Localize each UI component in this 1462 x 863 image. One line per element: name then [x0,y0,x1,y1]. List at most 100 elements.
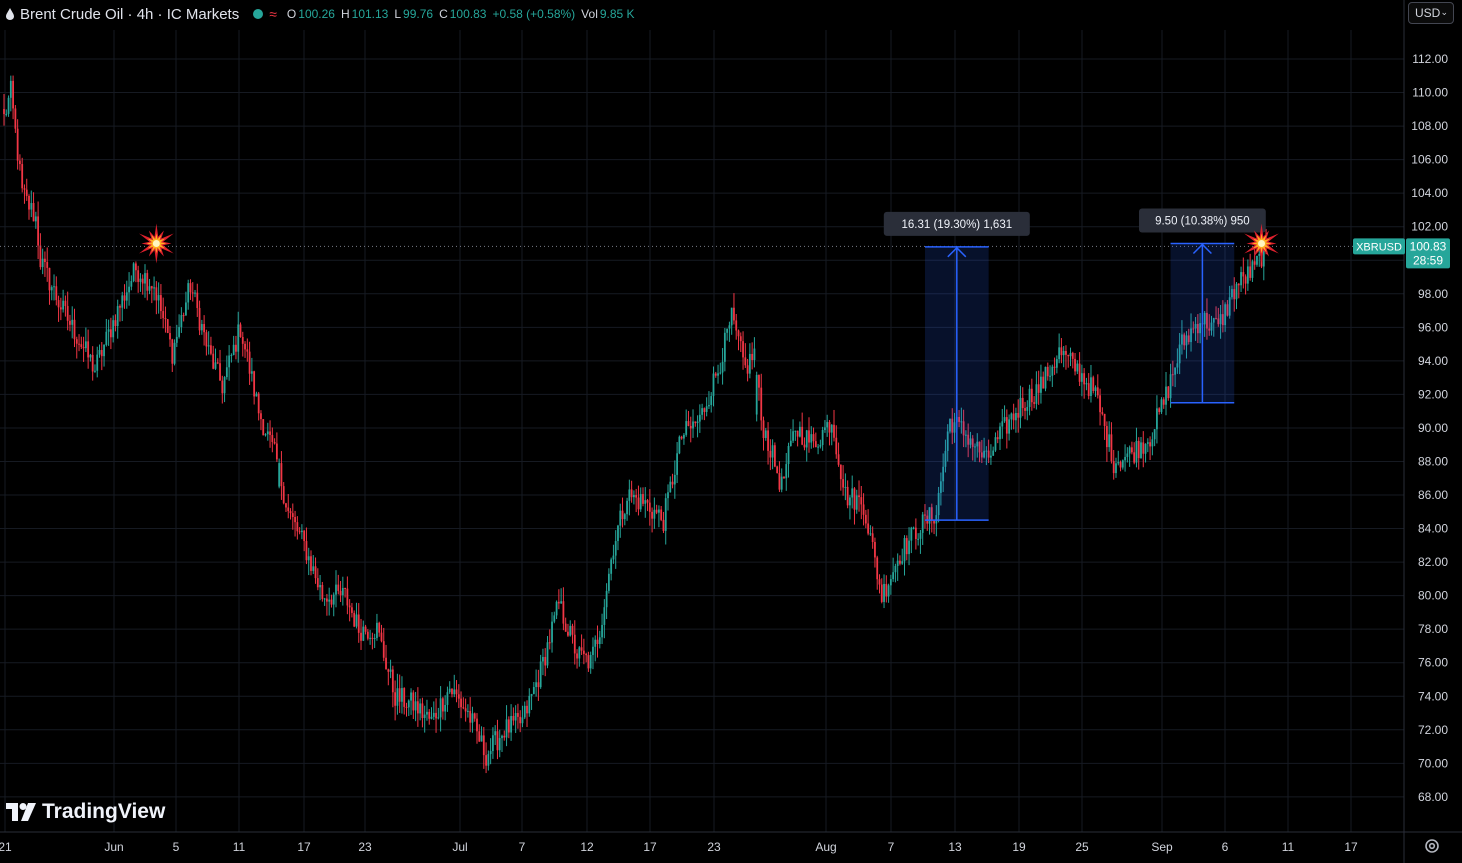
candle-body[interactable] [230,354,233,356]
candle-body[interactable] [371,637,374,639]
candle-body[interactable] [339,590,342,596]
candle-body[interactable] [598,637,601,645]
candle-body[interactable] [512,715,515,721]
candle-body[interactable] [912,527,915,529]
candle-body[interactable] [642,494,644,504]
candle-body[interactable] [96,354,99,371]
candle-body[interactable] [141,278,144,284]
candle-body[interactable] [908,540,910,555]
candle-body[interactable] [21,164,24,189]
candle-body[interactable] [55,286,58,301]
candle-body[interactable] [171,339,174,364]
candle-body[interactable] [319,585,321,588]
candle-body[interactable] [394,692,397,706]
candle-body[interactable] [1019,397,1022,418]
candle-body[interactable] [753,348,756,361]
candle-body[interactable] [66,306,69,321]
candle-body[interactable] [1119,462,1122,468]
candle-body[interactable] [1046,366,1049,377]
candle-body[interactable] [1144,443,1147,454]
candle-body[interactable] [396,688,399,706]
candle-body[interactable] [1135,440,1138,463]
candle-body[interactable] [496,731,499,751]
candle-body[interactable] [130,281,133,287]
candle-body[interactable] [378,622,381,633]
candle-body[interactable] [810,434,813,443]
candle-body[interactable] [785,464,788,479]
candle-body[interactable] [89,354,92,358]
candle-body[interactable] [3,109,5,115]
candle-body[interactable] [119,306,121,308]
candle-body[interactable] [30,203,33,210]
candle-body[interactable] [1051,366,1054,376]
candle-body[interactable] [421,703,424,719]
candle-body[interactable] [441,698,444,712]
candle-body[interactable] [769,450,772,458]
candle-body[interactable] [1058,347,1061,360]
candle-body[interactable] [678,436,681,454]
candle-body[interactable] [685,421,688,435]
candle-body[interactable] [432,712,435,717]
candle-body[interactable] [721,361,724,373]
candle-body[interactable] [412,692,415,711]
candle-body[interactable] [1087,383,1090,396]
candle-body[interactable] [1256,255,1258,265]
candle-body[interactable] [662,519,665,531]
candle-body[interactable] [107,329,110,332]
candle-body[interactable] [466,710,469,712]
candle-body[interactable] [1080,373,1083,382]
candle-body[interactable] [382,641,385,658]
candle-body[interactable] [676,453,679,475]
candle-body[interactable] [492,735,494,752]
candle-body[interactable] [487,754,490,766]
candle-body[interactable] [817,446,819,448]
candle-body[interactable] [300,530,303,533]
candle-body[interactable] [166,319,169,334]
candle-body[interactable] [482,735,485,756]
candle-body[interactable] [635,494,638,498]
candle-body[interactable] [239,324,242,338]
candle-body[interactable] [1074,358,1076,372]
candle-body[interactable] [876,557,879,580]
candle-body[interactable] [712,373,715,397]
candle-body[interactable] [708,404,710,407]
market-status-icon[interactable] [253,9,264,19]
candle-body[interactable] [869,533,872,535]
candle-body[interactable] [537,682,540,688]
candle-body[interactable] [1142,442,1145,454]
candle-body[interactable] [294,517,296,523]
candle-body[interactable] [196,292,199,308]
candle-body[interactable] [187,283,190,303]
candle-body[interactable] [48,267,51,291]
candle-body[interactable] [651,511,653,519]
candle-body[interactable] [1158,408,1161,412]
candle-body[interactable] [485,755,487,766]
candle-body[interactable] [546,642,549,666]
candle-body[interactable] [1126,453,1129,457]
candle-body[interactable] [414,701,417,711]
candle-body[interactable] [855,495,858,510]
candle-body[interactable] [439,698,442,718]
candle-body[interactable] [71,319,74,325]
candle-body[interactable] [498,738,501,751]
candle-body[interactable] [178,327,180,337]
candle-body[interactable] [444,704,447,712]
candle-body[interactable] [787,445,790,465]
candle-body[interactable] [287,507,290,512]
candle-body[interactable] [878,579,881,585]
price-chart[interactable]: 112.00 110.00 108.00 106.00 104.00 102.00 98.0… [0,0,1462,863]
candle-body[interactable] [580,647,583,651]
candle-body[interactable] [453,689,456,695]
candle-body[interactable] [742,341,744,358]
candle-body[interactable] [883,583,885,602]
candle-body[interactable] [862,504,865,515]
candle-body[interactable] [551,621,553,643]
candle-body[interactable] [621,510,624,520]
candle-body[interactable] [296,522,299,532]
candle-body[interactable] [748,353,751,374]
candle-body[interactable] [746,365,749,374]
candle-body[interactable] [489,751,492,755]
candle-body[interactable] [1067,354,1070,357]
candle-body[interactable] [407,700,410,708]
candle-body[interactable] [821,430,824,446]
